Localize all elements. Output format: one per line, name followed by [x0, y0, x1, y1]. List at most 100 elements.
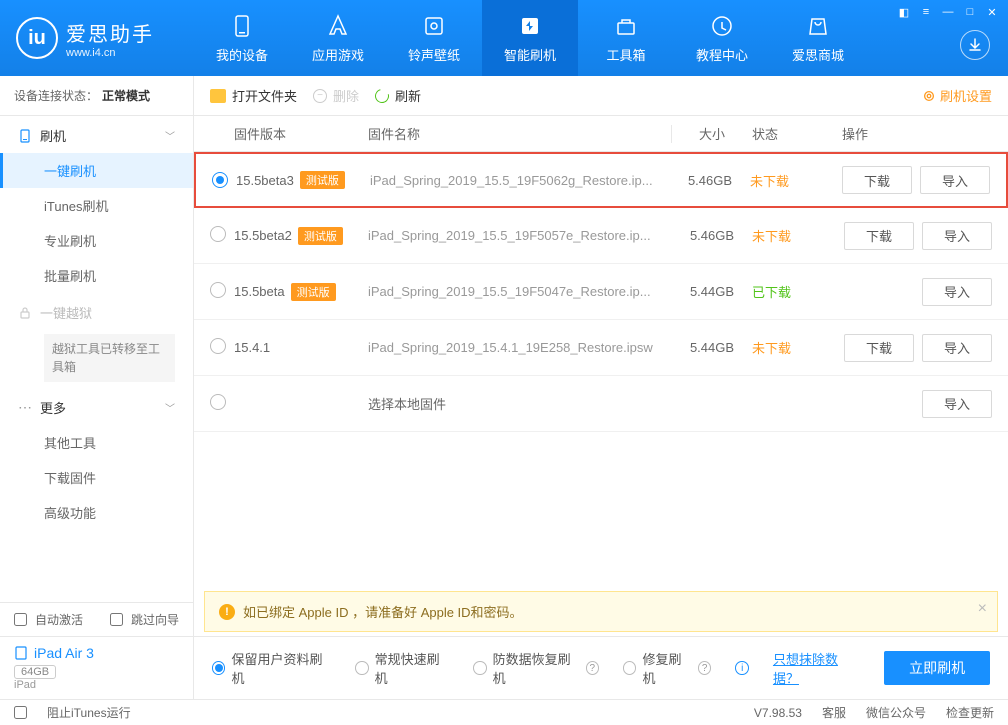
logo-area: iu 爱思助手 www.i4.cn [0, 0, 194, 76]
firmware-row[interactable]: 15.5beta测试版iPad_Spring_2019_15.5_19F5047… [194, 264, 1008, 320]
option-radio[interactable] [473, 661, 486, 675]
row-radio[interactable] [210, 394, 226, 410]
lock-icon [18, 306, 32, 320]
import-button[interactable]: 导入 [922, 334, 992, 362]
col-status: 状态 [752, 124, 832, 143]
help-icon[interactable]: ? [586, 661, 599, 675]
option-radio[interactable] [623, 661, 636, 675]
import-button[interactable]: 导入 [920, 166, 990, 194]
sidebar-item[interactable]: 批量刷机 [0, 258, 193, 293]
name-cell: iPad_Spring_2019_15.4.1_19E258_Restore.i… [368, 340, 672, 355]
close-notice-button[interactable]: × [978, 600, 987, 618]
titlebar: iu 爱思助手 www.i4.cn 我的设备应用游戏铃声壁纸 智能刷机工具箱 教程中… [0, 0, 1008, 76]
firmware-rows: 15.5beta3测试版iPad_Spring_2019_15.5_19F506… [194, 152, 1008, 432]
support-link[interactable]: 客服 [822, 704, 846, 721]
chevron-down-icon: ﹀ [165, 400, 175, 415]
col-ops: 操作 [832, 124, 992, 143]
flash-mode-option[interactable]: 修复刷机? [623, 649, 711, 687]
nav-tab-1[interactable]: 应用游戏 [290, 0, 386, 76]
status-cell: 未下载 [752, 338, 832, 357]
download-button[interactable]: 下载 [844, 222, 914, 250]
beta-badge: 测试版 [298, 227, 343, 245]
row-radio[interactable] [210, 226, 226, 242]
flash-now-button[interactable]: 立即刷机 [884, 651, 990, 685]
nav-label: 铃声壁纸 [408, 45, 460, 64]
check-update-link[interactable]: 检查更新 [946, 704, 994, 721]
name-cell: iPad_Spring_2019_15.5_19F5057e_Restore.i… [368, 228, 672, 243]
version-cell: 15.5beta3测试版 [236, 171, 370, 189]
sidebar-item[interactable]: 下载固件 [0, 460, 193, 495]
auto-activate-row: 自动激活 跳过向导 [0, 603, 193, 637]
skip-guide-checkbox[interactable] [110, 613, 123, 626]
menu-icon[interactable]: ≡ [916, 4, 936, 20]
refresh-button[interactable]: 刷新 [375, 86, 421, 105]
nav-tab-2[interactable]: 铃声壁纸 [386, 0, 482, 76]
nav-icon [421, 13, 447, 39]
wechat-link[interactable]: 微信公众号 [866, 704, 926, 721]
flash-icon [18, 129, 32, 143]
chevron-down-icon: ﹀ [165, 128, 175, 143]
nav-tab-5[interactable]: 教程中心 [674, 0, 770, 76]
row-radio[interactable] [210, 338, 226, 354]
connection-status: 设备连接状态：正常模式 [0, 76, 193, 116]
sidebar-item[interactable]: 高级功能 [0, 495, 193, 530]
folder-icon [210, 89, 226, 103]
block-itunes-checkbox[interactable] [14, 706, 27, 719]
nav-tab-0[interactable]: 我的设备 [194, 0, 290, 76]
nav-label: 工具箱 [606, 45, 645, 64]
delete-button[interactable]: − 删除 [313, 86, 359, 105]
nav-tab-4[interactable]: 工具箱 [578, 0, 674, 76]
nav-icon [325, 13, 351, 39]
version-cell: 15.4.1 [234, 340, 368, 355]
row-radio[interactable] [210, 282, 226, 298]
download-button[interactable]: 下载 [844, 334, 914, 362]
sidebar-item[interactable]: 其他工具 [0, 425, 193, 460]
sidebar-item[interactable]: 一键刷机 [0, 153, 193, 188]
nav-tab-6[interactable]: 爱思商城 [770, 0, 866, 76]
option-radio[interactable] [212, 661, 225, 675]
name-cell: iPad_Spring_2019_15.5_19F5047e_Restore.i… [368, 284, 672, 299]
open-folder-button[interactable]: 打开文件夹 [210, 86, 297, 105]
firmware-row[interactable]: 选择本地固件导入 [194, 376, 1008, 432]
sidebar-group-flash[interactable]: 刷机 ﹀ [0, 116, 193, 153]
more-icon: ⋯ [18, 399, 32, 416]
download-manager-button[interactable] [960, 30, 990, 60]
nav-icon [229, 13, 255, 39]
sidebar-item[interactable]: iTunes刷机 [0, 188, 193, 223]
flash-settings-button[interactable]: 刷机设置 [922, 86, 992, 105]
sidebar-item[interactable]: 专业刷机 [0, 223, 193, 258]
close-icon[interactable]: ✕ [982, 4, 1002, 20]
import-button[interactable]: 导入 [922, 278, 992, 306]
info-icon[interactable]: i [735, 661, 749, 675]
ops-cell: 导入 [832, 390, 992, 418]
firmware-row[interactable]: 15.4.1iPad_Spring_2019_15.4.1_19E258_Res… [194, 320, 1008, 376]
theme-icon[interactable]: ◧ [894, 4, 914, 20]
minimize-icon[interactable]: — [938, 4, 958, 20]
import-button[interactable]: 导入 [922, 390, 992, 418]
flash-mode-option[interactable]: 常规快速刷机 [355, 649, 449, 687]
sidebar-group-more[interactable]: ⋯ 更多 ﹀ [0, 388, 193, 425]
help-icon[interactable]: ? [698, 661, 711, 675]
nav-icon [709, 13, 735, 39]
nav-tab-3[interactable]: 智能刷机 [482, 0, 578, 76]
download-button[interactable]: 下载 [842, 166, 912, 194]
firmware-row[interactable]: 15.5beta3测试版iPad_Spring_2019_15.5_19F506… [194, 152, 1008, 208]
maximize-icon[interactable]: □ [960, 4, 980, 20]
auto-activate-checkbox[interactable] [14, 613, 27, 626]
flash-mode-option[interactable]: 防数据恢复刷机? [473, 649, 599, 687]
refresh-icon [372, 86, 391, 105]
firmware-row[interactable]: 15.5beta2测试版iPad_Spring_2019_15.5_19F505… [194, 208, 1008, 264]
status-cell: 已下载 [752, 282, 832, 301]
erase-only-link[interactable]: 只想抹除数据？ [773, 649, 860, 687]
flash-options: 保留用户资料刷机常规快速刷机防数据恢复刷机? 修复刷机? i 只想抹除数据？ 立即刷机 [194, 636, 1008, 699]
delete-icon: − [313, 89, 327, 103]
version-label: V7.98.53 [754, 706, 802, 720]
option-radio[interactable] [355, 661, 368, 675]
import-button[interactable]: 导入 [922, 222, 992, 250]
row-radio[interactable] [212, 172, 228, 188]
jailbreak-note: 越狱工具已转移至工具箱 [44, 334, 175, 382]
flash-mode-option[interactable]: 保留用户资料刷机 [212, 649, 331, 687]
size-cell: 5.44GB [672, 284, 752, 299]
device-name[interactable]: iPad Air 3 [14, 645, 179, 661]
table-header: 固件版本 固件名称 大小 状态 操作 [194, 116, 1008, 152]
